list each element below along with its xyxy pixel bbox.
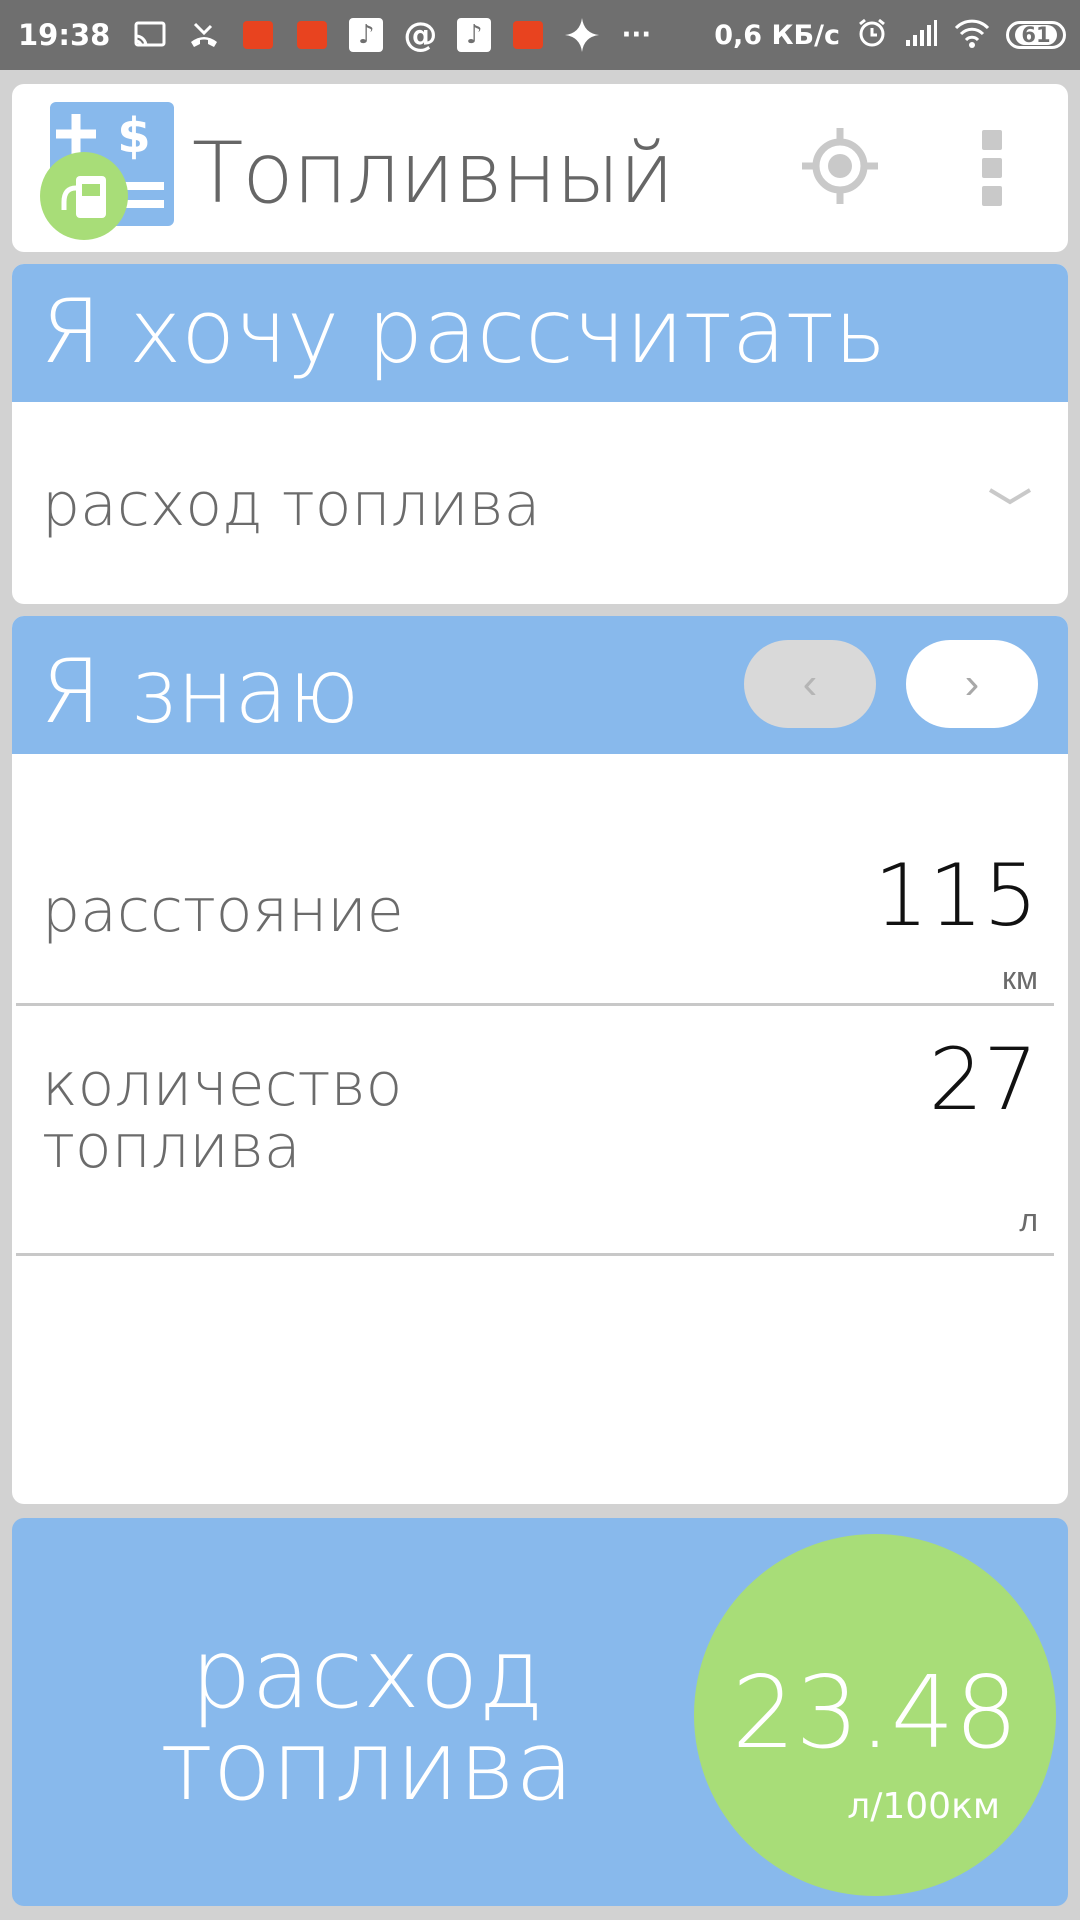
calculate-selected-value: расход топлива	[42, 470, 541, 540]
music-icon: ♪	[456, 17, 492, 53]
status-right: 0,6 КБ/с 61	[714, 0, 1066, 70]
distance-label: расстояние	[42, 876, 404, 946]
distance-input[interactable]: 115	[874, 846, 1038, 946]
fuel-amount-label: количество топлива	[42, 1050, 403, 1182]
fuel-amount-field[interactable]: количество топлива 27 л	[16, 1006, 1054, 1256]
missed-call-icon	[186, 17, 222, 53]
result-circle: 23.48 л/100км	[694, 1534, 1056, 1896]
fuel-amount-unit: л	[1019, 1202, 1038, 1238]
previous-button[interactable]: ‹	[744, 640, 876, 728]
chevron-right-icon: ›	[964, 659, 980, 708]
calculate-header: Я хочу рассчитать	[12, 264, 1068, 402]
more-dots-icon: ···	[621, 20, 652, 50]
known-values-title: Я знаю	[40, 640, 360, 743]
known-values-header: Я знаю ‹ ›	[12, 616, 1068, 754]
fuel-amount-input[interactable]: 27	[929, 1030, 1038, 1130]
app-logo-icon: $	[38, 102, 178, 242]
status-bar: 19:38 ♪ @ ♪ ··· 0,6 КБ/с 61	[0, 0, 1080, 70]
battery-icon: 61	[1006, 21, 1066, 49]
distance-field[interactable]: расстояние 115 км	[16, 820, 1054, 1006]
aliexpress-icon	[510, 17, 546, 53]
app-bar: $ Топливный	[12, 84, 1068, 252]
calculate-title: Я хочу рассчитать	[40, 280, 886, 383]
distance-unit: км	[1002, 960, 1038, 996]
status-time: 19:38	[18, 18, 111, 52]
alarm-icon	[856, 17, 888, 53]
divider	[16, 1253, 1054, 1256]
aliexpress-icon	[240, 17, 276, 53]
result-label: расход топлива	[160, 1618, 574, 1822]
svg-text:$: $	[117, 108, 150, 164]
network-speed: 0,6 КБ/с	[714, 19, 840, 51]
cast-icon	[132, 17, 168, 53]
aliexpress-icon	[294, 17, 330, 53]
app-title: Топливный	[192, 124, 674, 222]
next-button[interactable]: ›	[906, 640, 1038, 728]
at-icon: @	[403, 15, 438, 55]
result-value: 23.48	[731, 1654, 1019, 1771]
wifi-icon	[954, 18, 990, 52]
calculate-dropdown[interactable]: расход топлива	[12, 402, 1068, 604]
result-unit: л/100км	[847, 1786, 1000, 1827]
sparkle-icon	[564, 17, 600, 53]
result-card: расход топлива 23.48 л/100км	[12, 1518, 1068, 1906]
music-icon: ♪	[348, 17, 384, 53]
chevron-left-icon: ‹	[802, 659, 818, 708]
signal-icon	[904, 18, 938, 52]
battery-level: 61	[1015, 25, 1057, 46]
location-target-icon[interactable]	[800, 126, 880, 206]
notification-icons: ♪ @ ♪ ···	[132, 15, 654, 55]
calculate-card: Я хочу рассчитать расход топлива	[12, 264, 1068, 604]
chevron-down-icon	[988, 486, 1032, 508]
more-vertical-icon[interactable]	[982, 130, 1008, 206]
